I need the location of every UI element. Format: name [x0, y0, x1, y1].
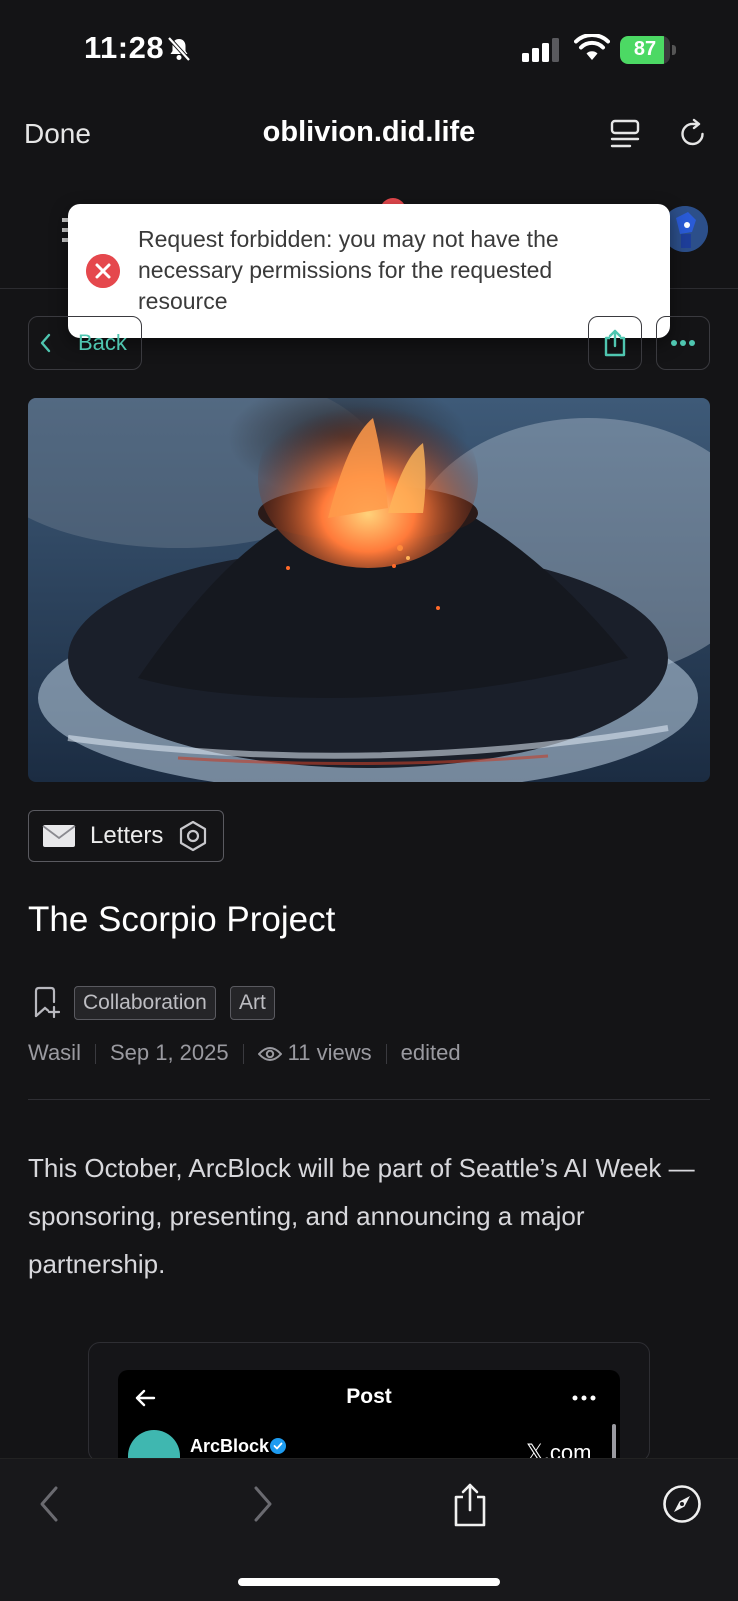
post-meta: Wasil Sep 1, 2025 11 views edited	[28, 1040, 461, 1066]
embedded-post-header: Post	[346, 1385, 392, 1408]
toast-message: Request forbidden: you may not have the …	[138, 226, 559, 314]
hero-image	[28, 398, 710, 782]
post-date: Sep 1, 2025	[109, 1040, 229, 1065]
tag-art[interactable]: Art	[230, 986, 275, 1020]
post-views: 11 views	[287, 1040, 372, 1065]
post-edited: edited	[400, 1040, 461, 1065]
post-body: This October, ArcBlock will be part of S…	[28, 1153, 695, 1279]
envelope-icon	[42, 825, 76, 847]
battery-percent: 87	[633, 38, 657, 60]
verified-badge-icon	[270, 1438, 286, 1454]
error-icon	[86, 254, 120, 288]
cellular-signal-icon	[522, 38, 559, 62]
reader-mode-icon[interactable]	[610, 118, 640, 150]
category-label: Letters	[90, 822, 164, 849]
battery-indicator: 87	[620, 36, 676, 64]
content-divider	[28, 1099, 710, 1100]
back-label[interactable]: Back	[78, 330, 127, 356]
hexagon-settings-icon	[179, 820, 207, 852]
share-icon	[604, 329, 626, 357]
post-title: The Scorpio Project	[28, 900, 336, 939]
tag-collaboration[interactable]: Collaboration	[74, 986, 216, 1020]
more-horizontal-icon[interactable]	[572, 1388, 596, 1408]
browser-forward-icon[interactable]	[250, 1484, 276, 1524]
compass-icon[interactable]	[662, 1484, 702, 1524]
browser-back-icon[interactable]	[36, 1484, 62, 1524]
wifi-icon	[574, 34, 610, 60]
eye-icon	[257, 1047, 282, 1062]
status-time: 11:28	[84, 30, 165, 65]
post-author[interactable]: Wasil	[28, 1040, 81, 1065]
embedded-scrollbar[interactable]	[612, 1424, 616, 1460]
volcano-image-icon	[28, 398, 710, 782]
chevron-left-icon	[40, 333, 51, 353]
reload-icon[interactable]	[678, 118, 708, 150]
silent-bell-icon	[167, 36, 191, 62]
home-indicator	[238, 1578, 500, 1586]
more-horizontal-icon	[671, 340, 695, 346]
browser-share-icon[interactable]	[452, 1482, 488, 1528]
bookmark-add-icon[interactable]	[32, 986, 60, 1018]
embedded-post-author: ArcBlock	[190, 1436, 270, 1456]
